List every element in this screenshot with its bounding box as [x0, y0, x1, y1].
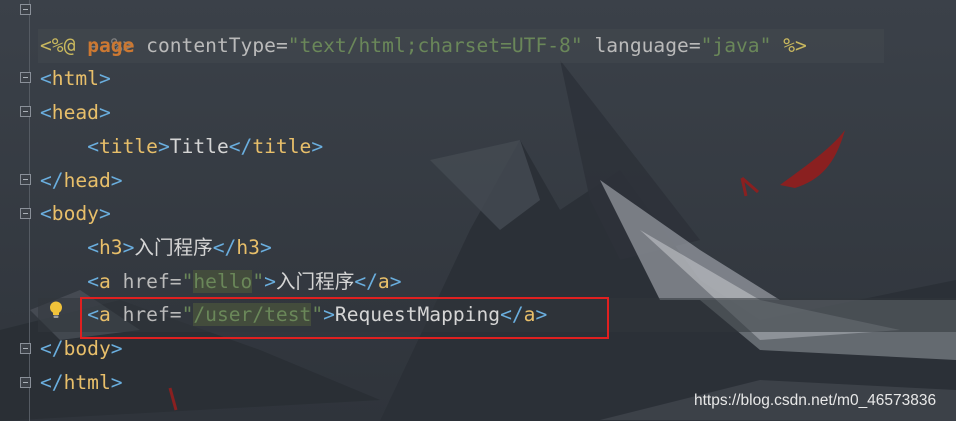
code-line: <%@ page contentType="text/html;charset=… — [40, 34, 807, 57]
code-line: <title>Title</title> — [87, 135, 324, 158]
code-line: <a href="hello">入门程序</a> — [87, 270, 402, 293]
code-line: </head> — [40, 169, 123, 192]
fold-marker-icon[interactable] — [20, 4, 31, 15]
code-line: <h3>入门程序</h3> — [87, 236, 272, 259]
editor-background-image — [0, 0, 956, 421]
code-line: <html> — [40, 67, 111, 90]
code-line: --%> — [87, 34, 135, 57]
fold-marker-icon[interactable] — [20, 72, 31, 83]
code-line: </html> — [40, 371, 123, 394]
fold-marker-icon[interactable] — [20, 174, 31, 185]
code-line: <head> — [40, 101, 111, 124]
fold-marker-icon[interactable] — [20, 377, 31, 388]
highlight-annotation-box — [80, 297, 609, 339]
fold-marker-icon[interactable] — [20, 106, 31, 117]
watermark-text: https://blog.csdn.net/m0_46573836 — [694, 392, 937, 409]
fold-marker-icon[interactable] — [20, 208, 31, 219]
code-line: <body> — [40, 202, 111, 225]
fold-marker-icon[interactable] — [20, 343, 31, 354]
